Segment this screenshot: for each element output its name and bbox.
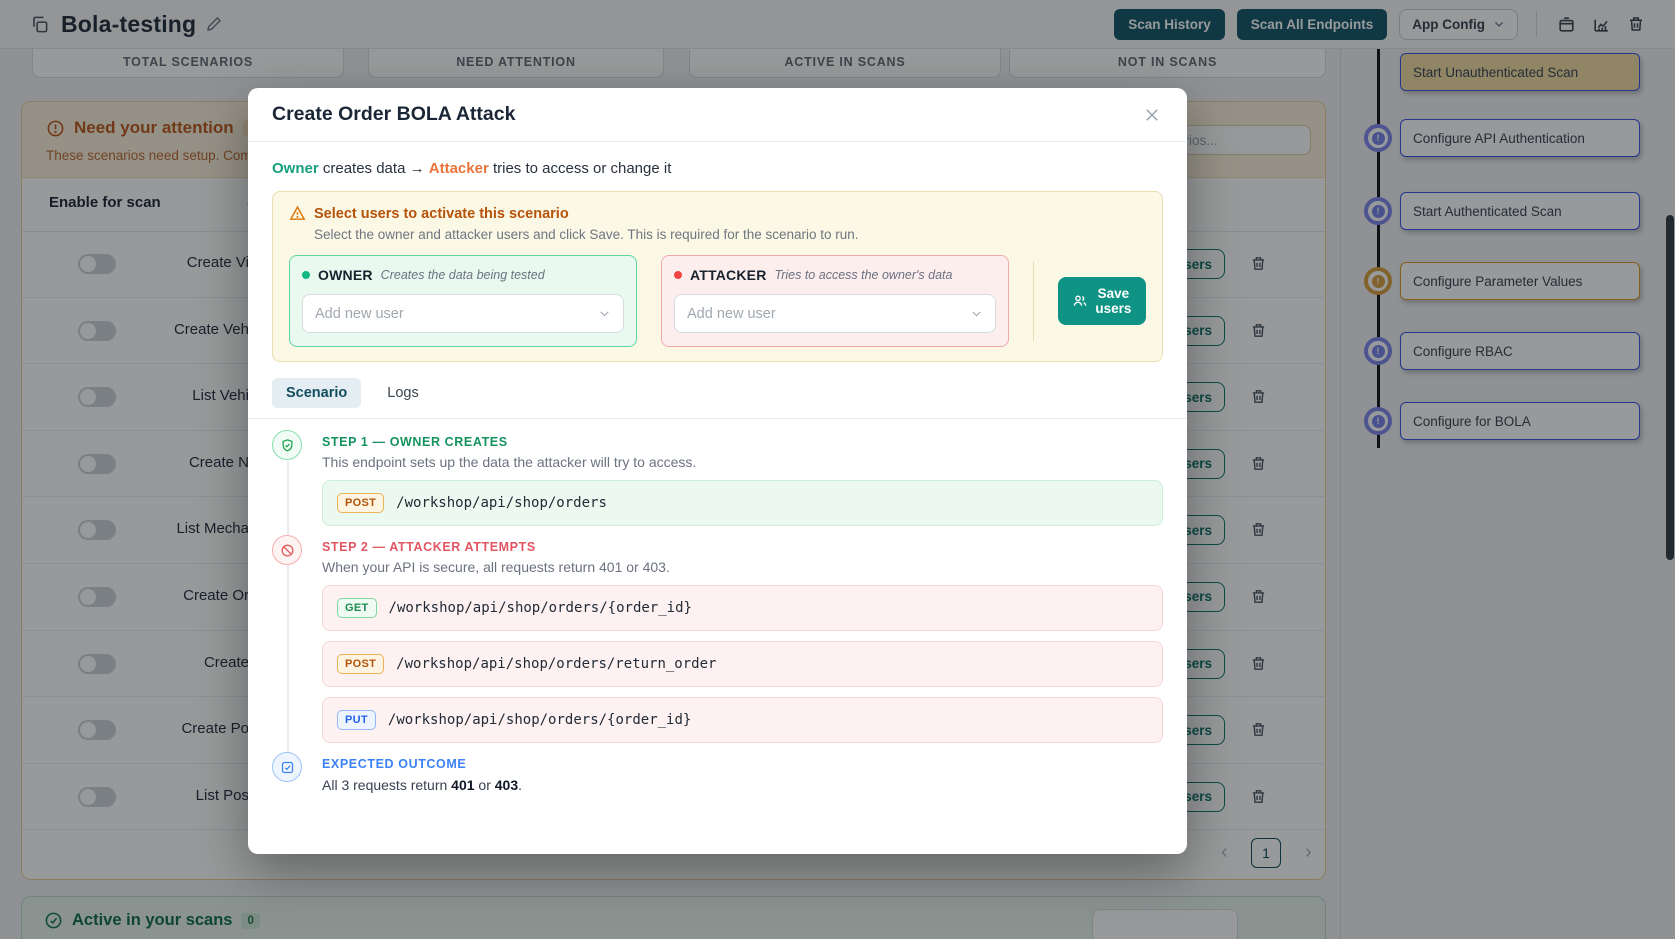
- owner-user-select[interactable]: Add new user: [302, 294, 624, 333]
- attacker-box: ATTACKER Tries to access the owner's dat…: [661, 255, 1009, 347]
- endpoint-row: PUT/workshop/api/shop/orders/{order_id}: [322, 697, 1163, 743]
- scenario-steps: STEP 1 — OWNER CREATES This endpoint sets…: [272, 435, 1163, 793]
- attacker-label: ATTACKER: [690, 267, 767, 283]
- modal-subtitle: Owner creates data → Attacker tries to a…: [272, 160, 1163, 177]
- expected-outcome-heading: EXPECTED OUTCOME: [322, 757, 1163, 771]
- outcome-prefix: All 3 requests return: [322, 777, 451, 793]
- shield-check-icon: [272, 430, 302, 460]
- step-heading: STEP 1 — OWNER CREATES: [322, 435, 1163, 449]
- endpoint-row: GET/workshop/api/shop/orders/{order_id}: [322, 585, 1163, 631]
- endpoint-path: /workshop/api/shop/orders/return_order: [396, 656, 716, 672]
- users-row: OWNER Creates the data being tested Add …: [289, 255, 1146, 347]
- close-icon[interactable]: [1141, 104, 1163, 126]
- step-description: This endpoint sets up the data the attac…: [322, 454, 1163, 470]
- endpoint-row: POST/workshop/api/shop/orders: [322, 480, 1163, 526]
- method-badge-put: PUT: [337, 710, 376, 730]
- save-users-button[interactable]: Save users: [1058, 277, 1146, 325]
- subtitle-mid: creates data →: [319, 160, 429, 177]
- attacker-desc: Tries to access the owner's data: [775, 268, 953, 282]
- attacker-word: Attacker: [429, 160, 489, 177]
- owner-select-placeholder: Add new user: [315, 306, 404, 322]
- method-badge-get: GET: [337, 598, 377, 618]
- step-heading: STEP 2 — ATTACKER ATTEMPTS: [322, 540, 1163, 554]
- method-badge-post: POST: [337, 654, 384, 674]
- users-icon: [1072, 293, 1088, 309]
- warning-subtitle: Select the owner and attacker users and …: [314, 227, 1146, 242]
- save-divider: [1033, 261, 1034, 341]
- scenario-step-2: STEP 2 — ATTACKER ATTEMPTS When your API …: [322, 540, 1163, 743]
- attacker-select-placeholder: Add new user: [687, 306, 776, 322]
- owner-word: Owner: [272, 160, 319, 177]
- endpoint-path: /workshop/api/shop/orders/{order_id}: [388, 712, 691, 728]
- tab-scenario[interactable]: Scenario: [272, 378, 361, 408]
- bola-attack-modal: Create Order BOLA Attack Owner creates d…: [248, 88, 1187, 854]
- ban-icon: [272, 535, 302, 565]
- attacker-user-select[interactable]: Add new user: [674, 294, 996, 333]
- owner-dot-icon: [302, 271, 310, 279]
- owner-desc: Creates the data being tested: [381, 268, 545, 282]
- modal-tabs: Scenario Logs: [272, 378, 1163, 408]
- scenario-step-1: STEP 1 — OWNER CREATES This endpoint sets…: [322, 435, 1163, 526]
- expected-outcome-text: All 3 requests return 401 or 403.: [322, 777, 1163, 793]
- outcome-mid: or: [475, 777, 495, 793]
- owner-box: OWNER Creates the data being tested Add …: [289, 255, 637, 347]
- endpoint-path: /workshop/api/shop/orders/{order_id}: [389, 600, 692, 616]
- tabs-divider: [248, 418, 1187, 419]
- save-users-label: Save users: [1095, 286, 1132, 316]
- chevron-down-icon: [970, 307, 983, 320]
- modal-title: Create Order BOLA Attack: [272, 103, 515, 126]
- app-screen: Bola-testing Scan History Scan All Endpo…: [0, 0, 1675, 939]
- modal-body: Owner creates data → Attacker tries to a…: [248, 142, 1187, 817]
- outcome-code-401: 401: [451, 777, 474, 793]
- chevron-down-icon: [598, 307, 611, 320]
- outcome-code-403: 403: [495, 777, 518, 793]
- generated-steps: STEP 1 — OWNER CREATES This endpoint sets…: [322, 435, 1163, 743]
- subtitle-rest: tries to access or change it: [489, 160, 672, 177]
- attacker-dot-icon: [674, 271, 682, 279]
- checkbox-check-icon: [272, 752, 302, 782]
- tab-logs[interactable]: Logs: [387, 378, 418, 408]
- warning-triangle-icon: [289, 205, 306, 222]
- owner-label: OWNER: [318, 267, 373, 283]
- endpoint-row: POST/workshop/api/shop/orders/return_ord…: [322, 641, 1163, 687]
- endpoint-path: /workshop/api/shop/orders: [396, 495, 607, 511]
- outcome-suffix: .: [518, 777, 522, 793]
- modal-header: Create Order BOLA Attack: [248, 88, 1187, 142]
- warning-title: Select users to activate this scenario: [314, 206, 569, 222]
- method-badge-post: POST: [337, 493, 384, 513]
- step-description: When your API is secure, all requests re…: [322, 559, 1163, 575]
- select-users-warning: Select users to activate this scenario S…: [272, 191, 1163, 362]
- expected-outcome: EXPECTED OUTCOME All 3 requests return 4…: [322, 757, 1163, 793]
